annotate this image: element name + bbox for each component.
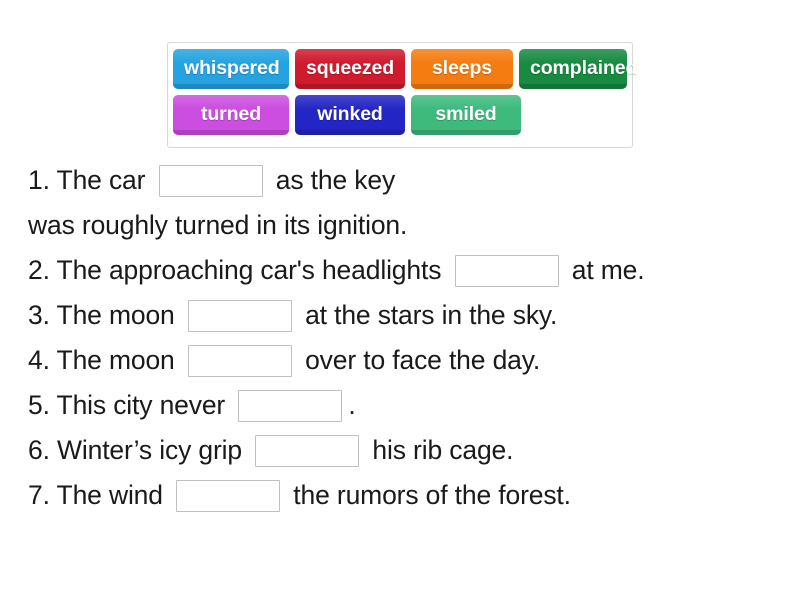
word-tile-sleeps[interactable]: sleeps: [411, 49, 513, 89]
sentence-text: 6. Winter’s icy grip: [28, 435, 250, 465]
sentence-text: his rib cage.: [365, 435, 514, 465]
word-bank-row: whispered squeezed sleeps complained: [173, 49, 637, 89]
sentence-line-7: 7. The wind the rumors of the forest.: [28, 473, 788, 518]
answer-blank-4[interactable]: [187, 344, 292, 377]
word-tile-complained[interactable]: complained: [519, 49, 637, 89]
word-tile-squeezed[interactable]: squeezed: [295, 49, 405, 89]
word-tile-whispered[interactable]: whispered: [173, 49, 289, 89]
sentence-text: was roughly turned in its ignition.: [28, 210, 408, 240]
sentence-text: 2. The approaching car's headlights: [28, 255, 449, 285]
sentence-text: 1. The car: [28, 165, 153, 195]
word-tile-smiled[interactable]: smiled: [411, 95, 521, 135]
answer-blank-5[interactable]: [238, 389, 343, 422]
sentence-line-1.5: was roughly turned in its ignition.: [28, 203, 788, 248]
sentence-text: over to face the day.: [297, 345, 541, 375]
sentence-line-6: 6. Winter’s icy grip his rib cage.: [28, 428, 788, 473]
sentence-text: 4. The moon: [28, 345, 182, 375]
sentence-line-2: 2. The approaching car's headlights at m…: [28, 248, 788, 293]
word-tile-winked[interactable]: winked: [295, 95, 405, 135]
answer-blank-6[interactable]: [255, 434, 360, 467]
answer-blank-7[interactable]: [176, 479, 281, 512]
sentence-text: at the stars in the sky.: [297, 300, 558, 330]
sentence-text: 3. The moon: [28, 300, 182, 330]
word-tile-turned[interactable]: turned: [173, 95, 289, 135]
sentence-line-4: 4. The moon over to face the day.: [28, 338, 788, 383]
word-bank-row: turned winked smiled: [173, 95, 627, 135]
sentence-text: the rumors of the forest.: [286, 480, 571, 510]
sentence-text: as the key: [268, 165, 396, 195]
sentence-text: 5. This city never: [28, 390, 233, 420]
sentence-line-3: 3. The moon at the stars in the sky.: [28, 293, 788, 338]
sentence-text: at me.: [564, 255, 645, 285]
answer-blank-2[interactable]: [454, 254, 559, 287]
sentence-line-5: 5. This city never .: [28, 383, 788, 428]
word-bank-panel: whispered squeezed sleeps complained turned w…: [167, 42, 637, 148]
sentence-text: .: [348, 390, 356, 420]
answer-blank-1[interactable]: [158, 164, 263, 197]
sentence-text: 7. The wind: [28, 480, 171, 510]
answer-blank-3[interactable]: [187, 299, 292, 332]
sentence-line-1: 1. The car as the key: [28, 158, 788, 203]
sentence-list: 1. The car as the key was roughly turned …: [28, 158, 788, 518]
